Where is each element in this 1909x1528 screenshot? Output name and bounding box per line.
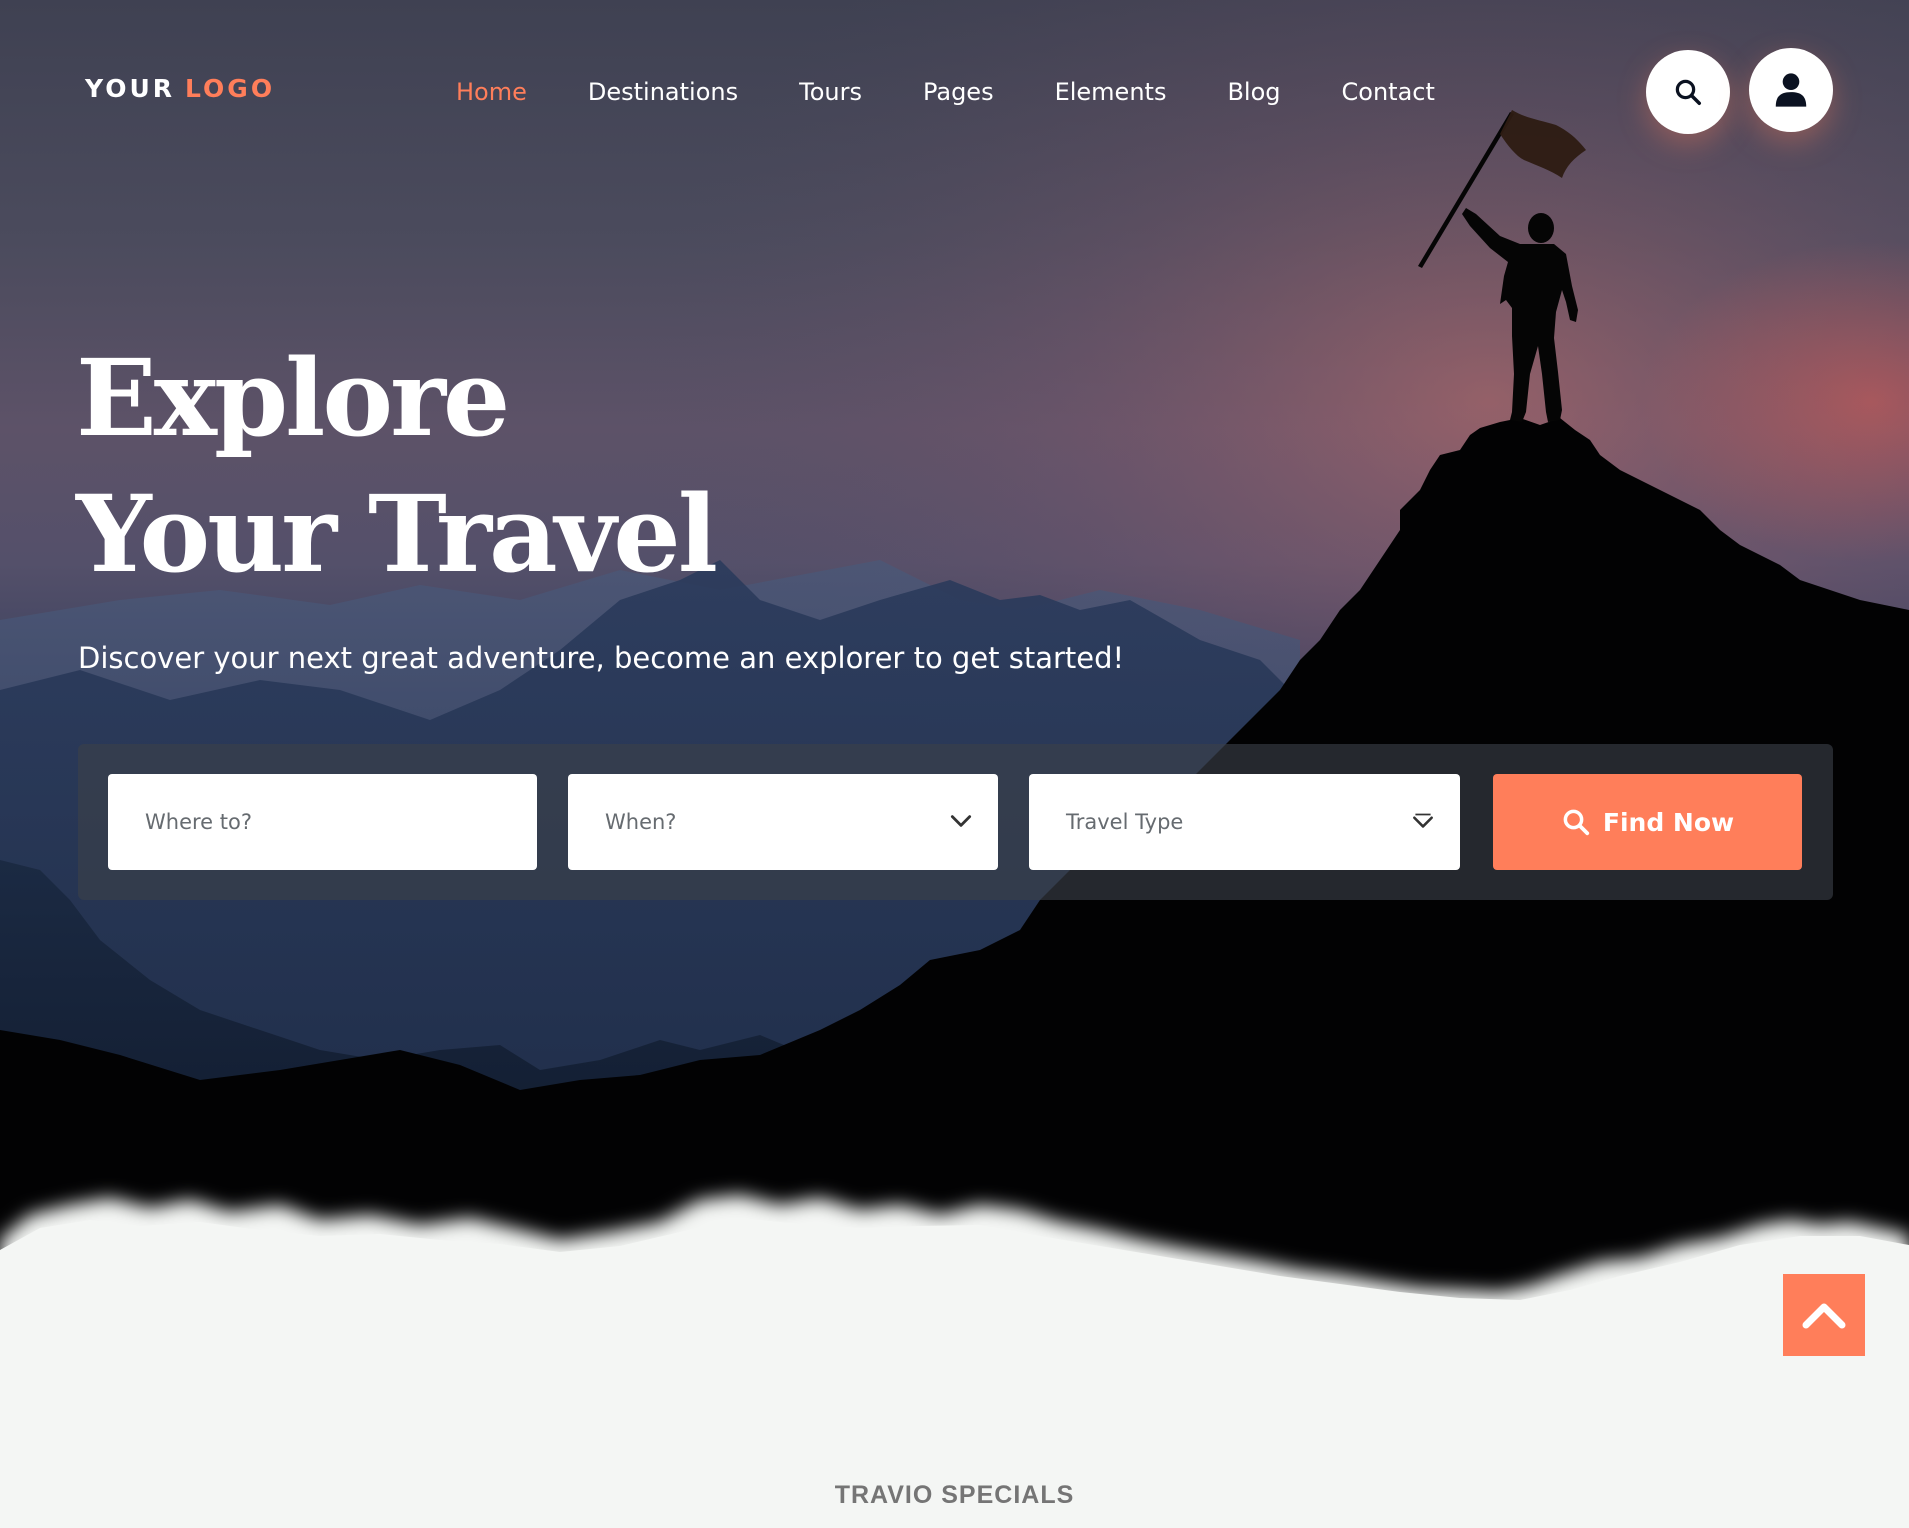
travel-type-placeholder: Travel Type bbox=[1066, 810, 1184, 834]
travel-type-select[interactable]: Travel Type bbox=[1029, 774, 1460, 870]
chevron-up-icon bbox=[1802, 1303, 1846, 1329]
nav-item-blog[interactable]: Blog bbox=[1227, 72, 1280, 112]
hero-title-line2: Your Travel bbox=[76, 471, 718, 596]
find-now-label: Find Now bbox=[1602, 807, 1735, 837]
header-search-button[interactable] bbox=[1646, 50, 1730, 134]
destination-placeholder: Where to? bbox=[145, 810, 252, 834]
section-kicker: TRAVIO SPECIALS bbox=[834, 1481, 1075, 1509]
user-icon bbox=[1775, 73, 1807, 107]
nav-item-home[interactable]: Home bbox=[456, 72, 527, 112]
find-now-button[interactable]: Find Now bbox=[1493, 774, 1802, 870]
date-placeholder: When? bbox=[605, 810, 677, 834]
tour-search-form: Where to? When? Travel Type Find Now bbox=[78, 744, 1833, 900]
search-icon bbox=[1563, 809, 1589, 836]
chevron-down-icon bbox=[1413, 813, 1433, 828]
site-logo[interactable]: YOUR LOGO bbox=[85, 74, 275, 104]
nav-item-destinations[interactable]: Destinations bbox=[588, 72, 738, 112]
main-navigation: Home Destinations Tours Pages Elements B… bbox=[456, 72, 1435, 112]
nav-item-contact[interactable]: Contact bbox=[1342, 72, 1435, 112]
nav-item-tours[interactable]: Tours bbox=[799, 72, 862, 112]
header-account-button[interactable] bbox=[1749, 48, 1833, 132]
hero-subtitle: Discover your next great adventure, beco… bbox=[78, 641, 1125, 675]
scroll-to-top-button[interactable] bbox=[1783, 1274, 1865, 1356]
search-icon bbox=[1675, 79, 1701, 105]
chevron-down-icon bbox=[950, 815, 972, 827]
destination-input[interactable]: Where to? bbox=[108, 774, 537, 870]
logo-text-primary: YOUR bbox=[85, 74, 176, 103]
nav-item-pages[interactable]: Pages bbox=[923, 72, 994, 112]
hero-title-line1: Explore bbox=[76, 335, 510, 460]
nav-item-elements[interactable]: Elements bbox=[1055, 72, 1167, 112]
logo-text-accent: LOGO bbox=[185, 74, 276, 103]
date-select[interactable]: When? bbox=[568, 774, 998, 870]
hero-title: Explore Your Travel bbox=[76, 330, 718, 602]
